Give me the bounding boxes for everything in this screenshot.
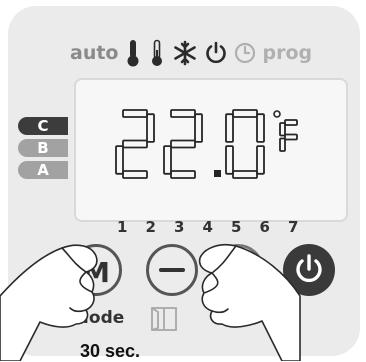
lcd-segment (225, 145, 234, 175)
standby-icon (204, 41, 228, 65)
lcd-digit (163, 109, 203, 179)
hands-pressing-illustration (0, 243, 301, 361)
lcd-segment (122, 139, 148, 149)
lcd-segment (256, 113, 265, 143)
lcd-segment (163, 145, 172, 175)
lcd-segment (170, 139, 196, 149)
lcd-segment (232, 109, 258, 118)
lcd-segment (146, 113, 155, 143)
mode-indicator-row: auto prog (70, 38, 312, 68)
lcd-segment (256, 145, 265, 175)
temperature-unit (279, 119, 298, 152)
lcd-segment (279, 122, 286, 137)
hold-duration-caption: 30 sec. (80, 341, 141, 361)
temperature-readout (115, 109, 298, 179)
lcd-decimal-point (214, 170, 221, 177)
lcd-segment (115, 145, 124, 175)
lcd-segment (225, 113, 234, 143)
degree-symbol (273, 110, 281, 118)
clock-icon (234, 42, 256, 64)
lcd-segment (170, 170, 196, 179)
program-a-tab: A (18, 161, 68, 179)
lcd-segment (170, 109, 196, 118)
lcd-segment (122, 170, 148, 179)
thermostat-panel: auto prog C B A 1 2 3 4 5 6 7 M Mode 30 … (0, 0, 366, 361)
lcd-segment (284, 133, 298, 141)
lcd-segment (194, 113, 203, 143)
lcd-segment (122, 109, 148, 118)
program-b-tab: B (18, 139, 68, 157)
thermometer-eco-icon (148, 39, 166, 67)
lcd-segment (284, 119, 298, 126)
auto-mode-label: auto (70, 42, 119, 64)
snowflake-icon (172, 40, 198, 66)
prog-mode-label: prog (262, 42, 313, 64)
lcd-display (74, 78, 348, 222)
lcd-digit (115, 109, 155, 179)
lcd-segment (232, 170, 258, 179)
thermometer-comfort-icon (124, 39, 142, 67)
lcd-digit (225, 109, 265, 179)
lcd-segment (279, 137, 286, 152)
program-c-tab: C (18, 117, 68, 135)
